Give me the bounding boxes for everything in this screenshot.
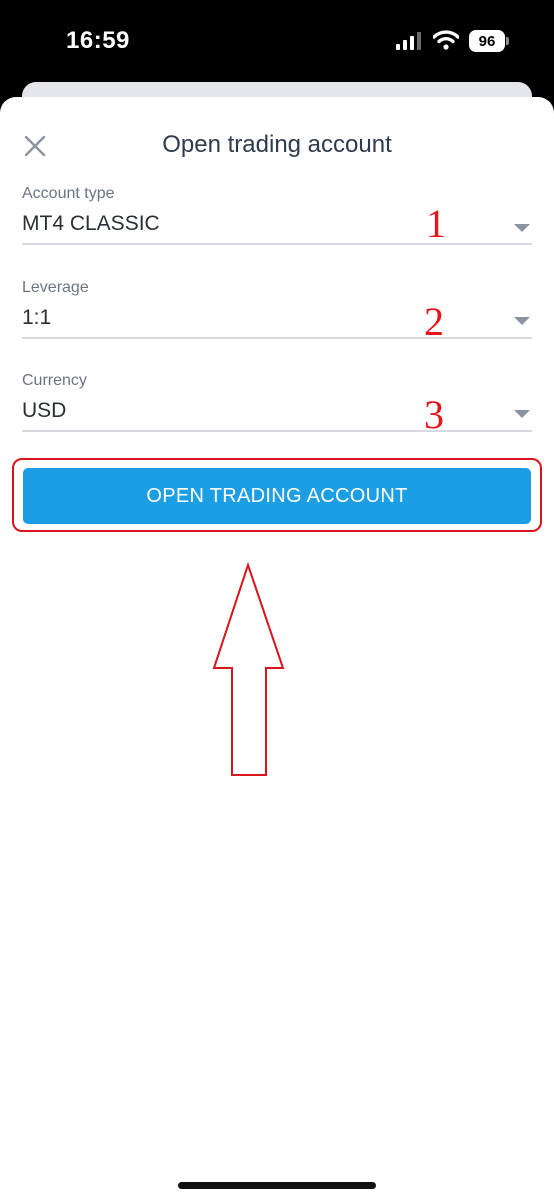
field-underline — [22, 243, 532, 245]
battery-cap — [506, 37, 509, 45]
account-type-value: MT4 CLASSIC — [22, 212, 160, 235]
home-indicator[interactable] — [178, 1182, 376, 1189]
leverage-select[interactable]: Leverage 1:1 — [22, 279, 532, 341]
currency-label: Currency — [22, 372, 87, 389]
wifi-icon — [433, 30, 459, 50]
status-bar: 16:59 96 — [0, 0, 554, 84]
currency-value: USD — [22, 399, 67, 422]
cellular-signal-icon — [396, 32, 421, 50]
up-arrow-annotation-icon — [212, 561, 285, 776]
step-number-2: 2 — [424, 299, 444, 344]
battery-level: 96 — [478, 32, 496, 50]
step-number-1: 1 — [426, 201, 446, 246]
account-type-select[interactable]: Account type MT4 CLASSIC — [22, 185, 532, 247]
chevron-down-icon — [514, 224, 530, 232]
field-underline — [22, 337, 532, 339]
status-time: 16:59 — [66, 27, 130, 54]
account-type-label: Account type — [22, 185, 115, 202]
chevron-down-icon — [514, 317, 530, 325]
currency-select[interactable]: Currency USD — [22, 372, 532, 434]
leverage-label: Leverage — [22, 279, 89, 296]
field-underline — [22, 430, 532, 432]
step-number-3: 3 — [424, 392, 444, 437]
chevron-down-icon — [514, 410, 530, 418]
open-trading-account-button[interactable]: OPEN TRADING ACCOUNT — [23, 468, 531, 524]
leverage-value: 1:1 — [22, 306, 52, 329]
battery-icon: 96 — [469, 30, 505, 52]
page-title: Open trading account — [162, 131, 392, 158]
